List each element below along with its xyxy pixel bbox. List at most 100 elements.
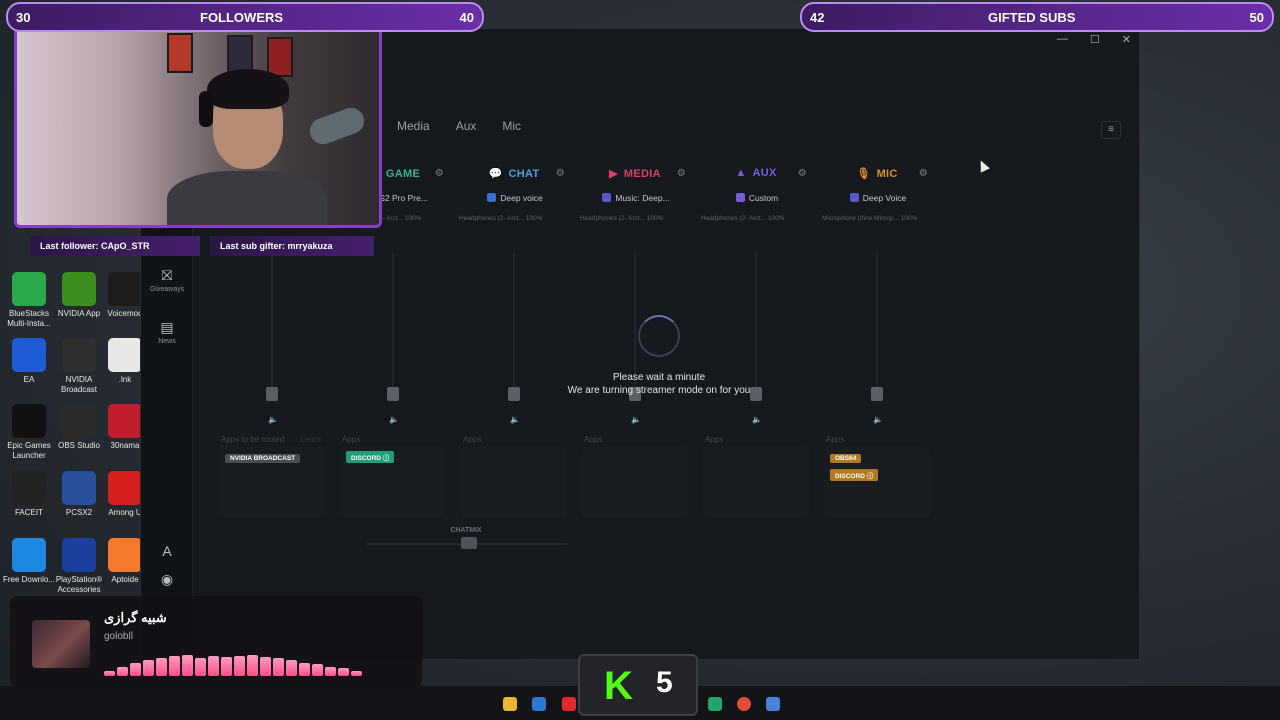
speaker-icon[interactable]: 🔈 bbox=[389, 415, 399, 424]
preset-select[interactable]: Music: Deep... bbox=[586, 193, 686, 203]
person-hair bbox=[207, 69, 289, 109]
apps-label: Apps bbox=[584, 435, 602, 444]
visualizer-bar bbox=[312, 664, 323, 676]
window-controls: — ☐ ✕ bbox=[1057, 33, 1131, 46]
channel-mic: 🎙 MIC ⚙ Deep Voice Microphone (Ifine Microp.… bbox=[818, 157, 936, 523]
sidebar-item-label: News bbox=[158, 338, 176, 345]
youtube-icon[interactable] bbox=[562, 697, 576, 711]
preset-select[interactable]: Custom bbox=[707, 193, 807, 203]
subs-goal: 50 bbox=[1249, 9, 1264, 25]
loading-spinner bbox=[638, 315, 680, 357]
output-device[interactable]: Microphone (Ifine Microp... 100% bbox=[822, 215, 932, 222]
sidebar-item-account[interactable]: A bbox=[141, 543, 193, 561]
output-device[interactable]: Headphones (2- Arct... 100% bbox=[701, 215, 811, 222]
poster-1 bbox=[167, 33, 193, 73]
close-icon[interactable]: ✕ bbox=[1122, 33, 1131, 46]
folder-icon[interactable] bbox=[503, 697, 517, 711]
last-follower-text: Last follower: CApO_STR bbox=[40, 241, 150, 251]
app-chip[interactable]: DISCORD ⓘ bbox=[830, 469, 879, 481]
speaker-icon[interactable]: 🔈 bbox=[268, 415, 278, 424]
apps-label-text: Apps bbox=[584, 435, 603, 444]
gear-icon[interactable]: ⚙ bbox=[677, 168, 686, 179]
channel-name: GAME bbox=[385, 168, 421, 180]
apps-label: Apps bbox=[826, 435, 844, 444]
gear-icon[interactable]: ⚙ bbox=[919, 168, 928, 179]
volume-fader-track bbox=[271, 253, 273, 393]
volume-fader-knob[interactable] bbox=[266, 387, 278, 401]
apps-box: DISCORD ⓘ bbox=[340, 447, 446, 517]
app-icon[interactable] bbox=[708, 697, 722, 711]
followers-goal: 40 bbox=[459, 9, 474, 25]
account-icon: A bbox=[162, 543, 172, 559]
app-2-icon[interactable] bbox=[766, 697, 780, 711]
store-icon[interactable] bbox=[532, 697, 546, 711]
app-icon bbox=[12, 272, 46, 306]
visualizer-bar bbox=[130, 663, 141, 676]
chatmix-slider[interactable]: CHATMIX bbox=[353, 527, 579, 561]
app-icon bbox=[62, 272, 96, 306]
volume-fader-knob[interactable] bbox=[508, 387, 520, 401]
visualizer-bar bbox=[156, 658, 167, 676]
volume-fader-knob[interactable] bbox=[871, 387, 883, 401]
app-icon bbox=[12, 538, 46, 572]
loading-line-1: Please wait a minute bbox=[612, 372, 706, 383]
followers-count: 30 bbox=[16, 9, 31, 25]
chatmix-label: CHATMIX bbox=[450, 527, 482, 534]
tab-aux[interactable]: Aux bbox=[456, 119, 477, 133]
sidebar-item-news[interactable]: ▤ News bbox=[141, 319, 193, 345]
preset-label: Deep Voice bbox=[862, 193, 907, 203]
headset-icon bbox=[199, 91, 213, 127]
subs-number: 5 bbox=[656, 666, 673, 699]
app-icon bbox=[108, 538, 142, 572]
chrome-icon[interactable] bbox=[737, 697, 751, 711]
hamburger-menu-icon[interactable]: ≡ bbox=[1101, 121, 1121, 139]
output-device[interactable]: Headphones (2- Arct... 100% bbox=[580, 215, 690, 222]
chatmix-knob[interactable] bbox=[461, 537, 477, 549]
sidebar-item-label: Giveaways bbox=[149, 286, 185, 293]
last-sub-gifter-bar: Last sub gifter: mrryakuza bbox=[210, 236, 374, 256]
volume-fader-knob[interactable] bbox=[387, 387, 399, 401]
loading-message: Please wait a minute We are turning stre… bbox=[541, 371, 777, 397]
preset-select[interactable]: Deep voice bbox=[465, 193, 565, 203]
visualizer-bar bbox=[169, 656, 180, 676]
apps-box: OBS64 DISCORD ⓘ bbox=[824, 447, 930, 517]
minimize-icon[interactable]: — bbox=[1057, 33, 1068, 46]
app-icon bbox=[108, 338, 142, 372]
gear-icon[interactable]: ⚙ bbox=[556, 168, 565, 179]
channel-name: MIC bbox=[876, 168, 898, 180]
maximize-icon[interactable]: ☐ bbox=[1090, 33, 1100, 46]
gear-icon[interactable]: ⚙ bbox=[798, 168, 807, 179]
speaker-icon[interactable]: 🔈 bbox=[510, 415, 520, 424]
preset-dot-icon bbox=[849, 193, 859, 202]
sidebar-item-giveaways[interactable]: ⛝ Giveaways bbox=[141, 267, 193, 293]
apps-box bbox=[582, 447, 688, 517]
volume-fader-track bbox=[513, 253, 515, 393]
app-icon bbox=[12, 471, 46, 505]
channel-icon: ▶ bbox=[609, 168, 618, 180]
apps-box bbox=[703, 447, 809, 517]
album-art bbox=[32, 620, 90, 668]
volume-fader-track bbox=[876, 253, 878, 393]
gift-icon: ⛝ bbox=[161, 267, 173, 283]
kick-logo: K bbox=[604, 664, 633, 708]
visualizer-bar bbox=[273, 658, 284, 676]
speaker-icon[interactable]: 🔈 bbox=[752, 415, 762, 424]
speaker-icon[interactable]: 🔈 bbox=[631, 415, 641, 424]
visualizer-bar bbox=[286, 660, 297, 676]
speaker-icon[interactable]: 🔈 bbox=[873, 415, 883, 424]
app-chip[interactable]: NVIDIA BROADCAST bbox=[225, 454, 301, 463]
sidebar-item-discord[interactable]: ◉ bbox=[141, 571, 193, 590]
visualizer-bar bbox=[260, 657, 271, 676]
app-chip[interactable]: OBS64 bbox=[830, 454, 862, 463]
app-chip[interactable]: DISCORD ⓘ bbox=[346, 451, 395, 463]
apps-label: Apps bbox=[463, 435, 481, 444]
gear-icon[interactable]: ⚙ bbox=[435, 168, 444, 179]
tab-mic[interactable]: Mic bbox=[502, 119, 521, 133]
channel-icon: 🎙 bbox=[856, 168, 871, 180]
tab-media[interactable]: Media bbox=[397, 119, 430, 133]
gifted-subs-goal-bar: 42 GIFTED SUBS 50 bbox=[800, 2, 1274, 32]
app-icon bbox=[108, 471, 142, 505]
preset-select[interactable]: Deep Voice bbox=[828, 193, 928, 203]
output-device[interactable]: Headphones (2- Arct... 100% bbox=[459, 215, 569, 222]
app-icon bbox=[62, 538, 96, 572]
